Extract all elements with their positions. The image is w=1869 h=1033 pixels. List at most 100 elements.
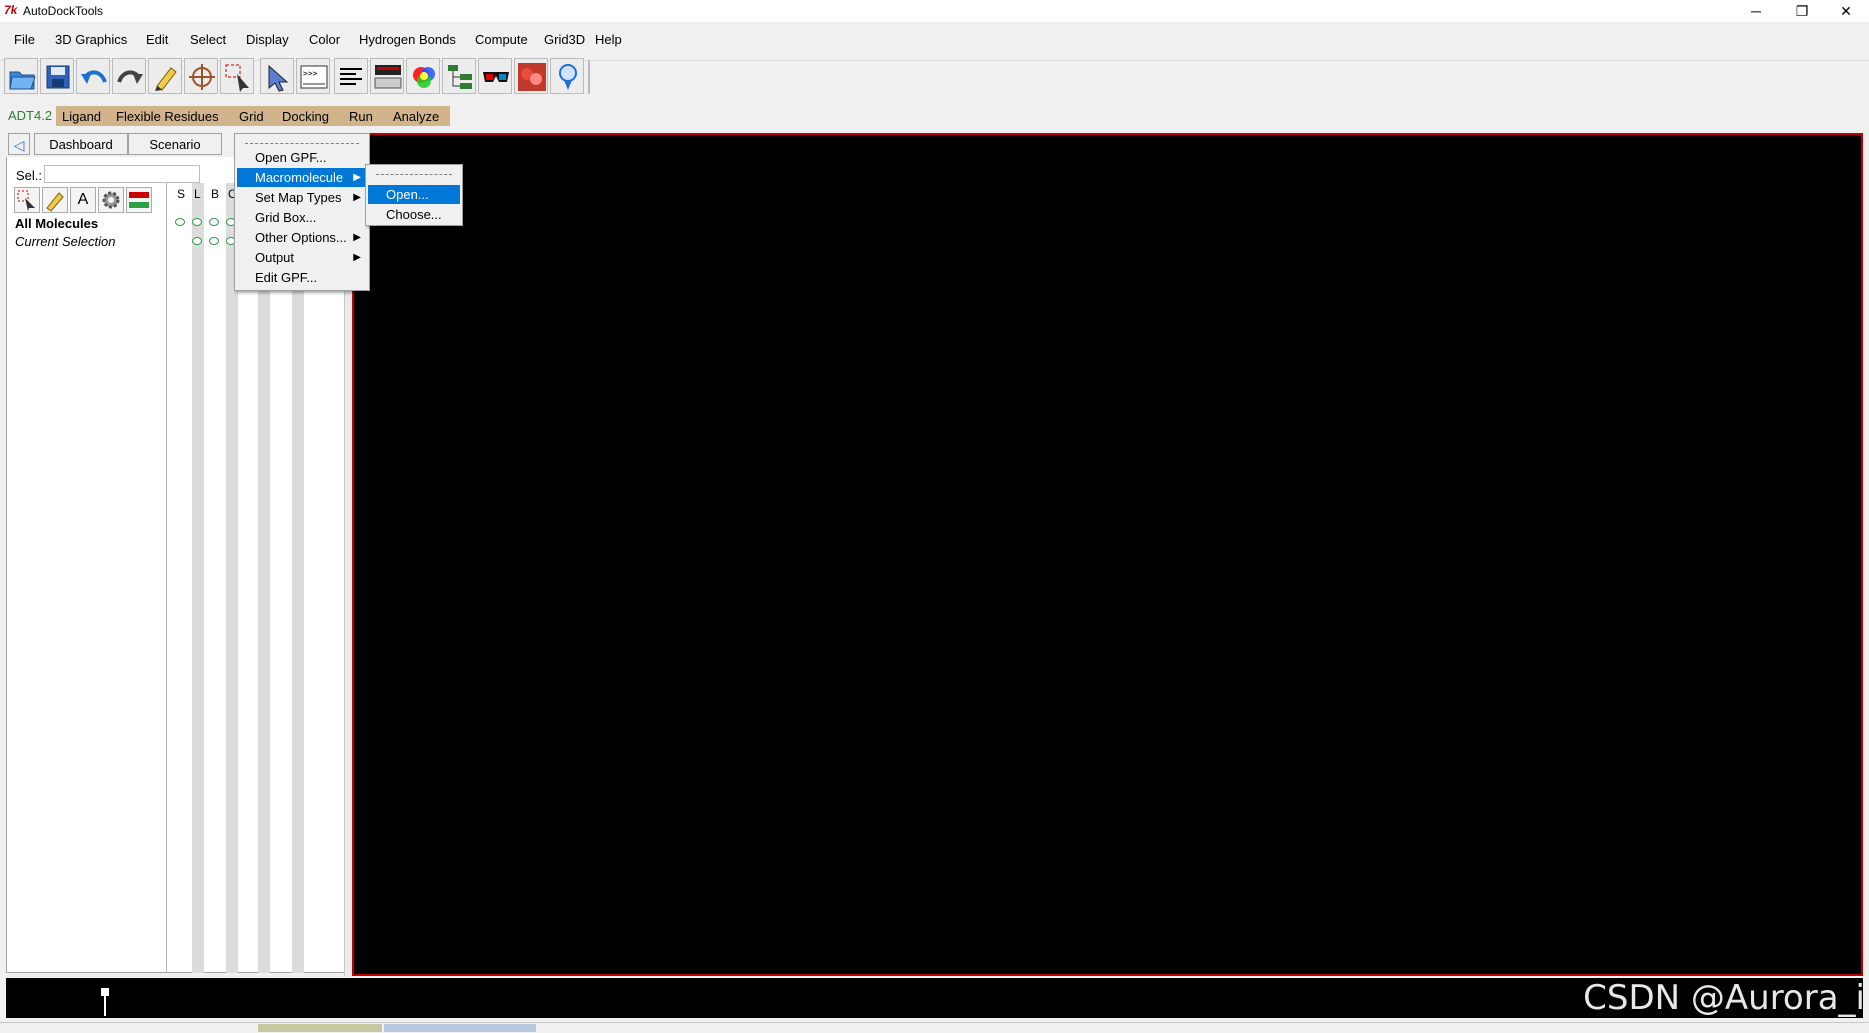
lines-toggle-selection[interactable] <box>192 237 202 245</box>
open-icon <box>9 71 36 90</box>
3d-viewer-canvas[interactable] <box>352 133 1863 976</box>
status-progress-segment <box>258 1024 382 1032</box>
undo-icon <box>81 70 107 84</box>
menu-item-open-gpf[interactable]: Open GPF... <box>237 148 367 167</box>
selection-button[interactable] <box>220 58 254 94</box>
menu-grid3d[interactable]: Grid3D <box>544 32 585 47</box>
label-button[interactable]: A <box>70 187 96 213</box>
bulb-icon <box>559 64 577 90</box>
shell-prompt-text: >>> <box>303 69 318 78</box>
menu-item-edit-gpf[interactable]: Edit GPF... <box>237 268 367 287</box>
menu-item-macromolecule[interactable]: Macromolecule ▶ <box>237 168 367 187</box>
column-header-b: B <box>211 187 220 201</box>
status-info-segment <box>384 1024 536 1032</box>
info-button[interactable] <box>550 58 584 94</box>
menu-hydrogen-bonds[interactable]: Hydrogen Bonds <box>359 32 456 47</box>
molecule-button[interactable] <box>514 58 548 94</box>
collapse-panel-button[interactable]: ◁ <box>8 133 30 155</box>
python-shell-button[interactable]: >>> <box>296 58 330 94</box>
pencil-button[interactable] <box>148 58 182 94</box>
watermark-text: CSDN @Aurora_i <box>1583 978 1865 1018</box>
molecule-icon <box>518 63 546 91</box>
column-stripe <box>292 183 304 973</box>
redo-icon <box>117 70 143 84</box>
sequence-button[interactable] <box>126 187 152 213</box>
minimize-button[interactable]: ─ <box>1733 0 1779 22</box>
balls-toggle-all[interactable] <box>209 218 219 226</box>
toolbar: >>> <box>4 58 644 98</box>
show-toggle-all[interactable] <box>175 218 185 226</box>
menu-help[interactable]: Help <box>595 32 622 47</box>
close-button[interactable]: ✕ <box>1823 0 1869 22</box>
hierarchy-button[interactable] <box>442 58 476 94</box>
adt-menu-analyze[interactable]: Analyze <box>393 109 439 124</box>
title-bar: 7k AutoDockTools ─ ❐ ✕ <box>0 0 1869 22</box>
column-divider <box>166 183 167 973</box>
lines-toggle-all[interactable] <box>192 218 202 226</box>
stereo-button[interactable] <box>478 58 512 94</box>
menu-item-grid-box[interactable]: Grid Box... <box>237 208 367 227</box>
edit-molecule-button[interactable] <box>42 187 68 213</box>
menu-item-label: Edit GPF... <box>255 270 318 285</box>
menu-bar: File 3D Graphics Edit Select Display Col… <box>0 22 1869 61</box>
menu-display[interactable]: Display <box>246 32 289 47</box>
menu-item-label: Set Map Types <box>255 190 342 205</box>
column-s-stripe <box>192 183 204 973</box>
selection-input[interactable] <box>44 165 200 183</box>
menu-item-label: Macromolecule <box>255 170 344 185</box>
menu-item-label: Choose... <box>386 207 442 222</box>
text-lines-icon <box>340 68 362 85</box>
menu-color[interactable]: Color <box>309 32 340 47</box>
pencil-icon <box>155 67 177 91</box>
menu-item-macromolecule-choose[interactable]: Choose... <box>368 205 460 224</box>
menu-item-other-options[interactable]: Other Options... ▶ <box>237 228 367 247</box>
command-cursor-handle[interactable] <box>101 988 109 996</box>
menu-item-label: Output <box>255 250 295 265</box>
pointer-button[interactable] <box>260 58 294 94</box>
adt-menu-grid[interactable]: Grid <box>239 109 264 124</box>
menu-3d-graphics[interactable]: 3D Graphics <box>55 32 127 47</box>
undo-button[interactable] <box>76 58 110 94</box>
menu-file[interactable]: File <box>14 32 35 47</box>
menu-item-set-map-types[interactable]: Set Map Types ▶ <box>237 188 367 207</box>
all-molecules-row[interactable]: All Molecules <box>15 216 98 231</box>
redo-button[interactable] <box>112 58 146 94</box>
menu-item-output[interactable]: Output ▶ <box>237 248 367 267</box>
color-sphere-icon <box>413 67 435 88</box>
balls-toggle-selection[interactable] <box>209 237 219 245</box>
submenu-arrow-icon: ▶ <box>353 172 361 183</box>
tab-dashboard[interactable]: Dashboard <box>34 133 128 155</box>
tab-scenario[interactable]: Scenario <box>128 133 222 155</box>
display-button[interactable] <box>370 58 404 94</box>
toolbar-separator <box>588 60 590 94</box>
text-button[interactable] <box>334 58 368 94</box>
center-button[interactable] <box>184 58 218 94</box>
dashboard-toolbar: A <box>14 187 158 213</box>
menu-item-macromolecule-open[interactable]: Open... <box>368 185 460 204</box>
settings-button[interactable] <box>98 187 124 213</box>
menu-compute[interactable]: Compute <box>475 32 528 47</box>
submenu-arrow-icon: ▶ <box>353 232 361 243</box>
save-button[interactable] <box>40 58 74 94</box>
adt-menu-ligand[interactable]: Ligand <box>62 109 101 124</box>
maximize-button[interactable]: ❐ <box>1779 0 1825 22</box>
open-button[interactable] <box>4 58 38 94</box>
adt-version-label: ADT4.2 <box>4 106 57 126</box>
macromolecule-submenu-tearoff[interactable] <box>376 174 452 175</box>
adt-menu-flexible-residues[interactable]: Flexible Residues <box>116 109 219 124</box>
color-button[interactable] <box>406 58 440 94</box>
arrow-left-icon: ◁ <box>13 137 25 153</box>
grid-menu: Open GPF... Macromolecule ▶ Set Map Types… <box>234 133 370 291</box>
menu-select[interactable]: Select <box>190 32 226 47</box>
window-title: AutoDockTools <box>23 4 104 18</box>
select-molecule-button[interactable] <box>14 187 40 213</box>
pencil-icon <box>46 192 64 212</box>
adt-menu-run[interactable]: Run <box>349 109 373 124</box>
menu-item-label: Other Options... <box>255 230 347 245</box>
current-selection-row[interactable]: Current Selection <box>15 234 115 249</box>
selection-icon <box>225 64 249 92</box>
grid-menu-tearoff[interactable] <box>245 143 359 144</box>
adt-menu-docking[interactable]: Docking <box>282 109 329 124</box>
submenu-arrow-icon: ▶ <box>353 192 361 203</box>
menu-edit[interactable]: Edit <box>146 32 168 47</box>
